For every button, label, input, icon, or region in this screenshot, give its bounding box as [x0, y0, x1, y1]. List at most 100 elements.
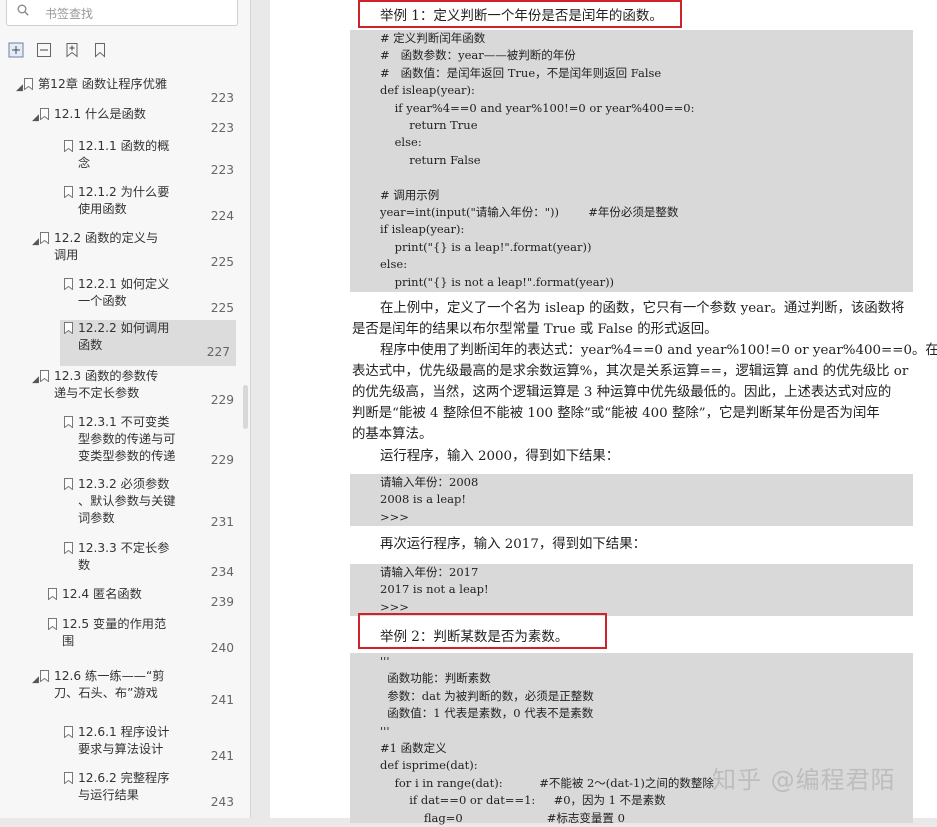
code-line: else:	[380, 135, 422, 150]
toc-item[interactable]: ◢ 12.3 函数的参数传 递与不定长参数 229	[0, 368, 240, 414]
code-line: 函数值：1 代表是素数，0 代表不是素数	[380, 706, 594, 721]
bookmark-icon	[64, 478, 73, 490]
toc-item-label: 12.1.2 为什么要	[78, 185, 170, 199]
toc-item[interactable]: 12.1.2 为什么要 使用函数 224	[0, 184, 240, 230]
toc-item-label: 一个函数	[78, 294, 127, 308]
paragraph-line: 在上例中，定义了一个名为 isleap 的函数，它只有一个参数 year。通过判…	[380, 301, 905, 316]
bookmark-icon	[64, 278, 73, 290]
bookmark-icon	[64, 542, 73, 554]
code-block-output-2017: 请输入年份：2017 2017 is not a leap! >>>	[350, 564, 913, 616]
code-line: return True	[380, 118, 478, 132]
code-line: 2017 is not a leap!	[380, 582, 489, 597]
toc-item-label: 调用	[54, 248, 79, 262]
search-placeholder: 书签查找	[45, 7, 94, 21]
bookmark-icon	[64, 140, 73, 152]
toc-item[interactable]: 12.1.1 函数的概念 223	[0, 138, 240, 184]
toc-item-label: 、默认参数与关键	[78, 494, 176, 508]
toc-item-label: 使用函数	[78, 202, 127, 216]
code-block-isprime: ''' 函数功能：判断素数 参数：dat 为被判断的数，必须是正整数 函数值：1…	[350, 653, 913, 825]
toc-item-label: 12.6.1 程序设计	[78, 725, 170, 739]
toc-item-label: 函数	[78, 338, 103, 352]
bookmark-icon	[40, 670, 49, 682]
expand-triangle-icon[interactable]: ◢	[32, 672, 39, 689]
paragraph-run-2017: 再次运行程序，输入 2017，得到如下结果：	[380, 537, 646, 552]
add-bookmark-icon[interactable]	[64, 42, 80, 58]
toc-item[interactable]: 12.6.2 完整程序 与运行结果 243	[0, 770, 240, 816]
paragraph-run-2000: 运行程序，输入 2000，得到如下结果：	[380, 449, 620, 464]
bookmark-icon[interactable]	[92, 42, 108, 58]
code-line: if year%4==0 and year%100!=0 or year%400…	[380, 100, 695, 115]
code-line: for i in range(dat): #不能被 2～(dat-1)之间的数整…	[380, 775, 714, 790]
toc-page-number: 239	[210, 595, 234, 609]
bookmark-sidebar: 书签查找 ◢ 第12章 函数让程序优雅 223 ◢ 12.1 什么是函数 223 12.1.…	[0, 0, 251, 818]
bookmark-icon	[64, 186, 73, 198]
bookmark-icon	[40, 232, 49, 244]
code-block-output-2008: 请输入年份：2008 2008 is a leap! >>>	[350, 474, 913, 526]
toc-item-label: 围	[62, 634, 75, 648]
toc-item[interactable]: 12.3.1 不可变类 型参数的传递与可 变类型参数的传递 229	[0, 414, 240, 474]
bookmark-icon	[64, 726, 73, 738]
toc-item[interactable]: 12.2.2 如何调用 函数 227	[60, 320, 236, 366]
expand-triangle-icon[interactable]: ◢	[32, 372, 39, 389]
toc-page-number: 225	[210, 255, 234, 269]
code-line: # 调用示例	[380, 187, 440, 202]
toc-item[interactable]: 12.3.3 不定长参数 234	[0, 540, 240, 586]
bookmark-icon	[64, 416, 73, 428]
toc-item[interactable]: 12.4 匿名函数 239	[0, 586, 240, 616]
toc-item-label: 12.4 匿名函数	[62, 587, 142, 601]
toc-item-label: 12.1 什么是函数	[54, 107, 146, 121]
toc-page-number: 223	[210, 91, 234, 105]
code-line: '''	[380, 654, 390, 668]
code-line: return False	[380, 152, 481, 167]
toc-item[interactable]: ◢ 12.1 什么是函数 223	[0, 106, 240, 142]
toc-page-number: 227	[206, 345, 230, 359]
bookmark-icon	[64, 322, 73, 334]
code-line: '''	[380, 723, 390, 738]
toc-item[interactable]: ◢ 12.6 练一练——“剪 刀、石头、布”游戏 241	[0, 668, 240, 714]
code-block-isleap: # 定义判断闰年函数 # 函数参数：year——被判断的年份 # 函数值：是闰年返回…	[350, 30, 913, 292]
code-line: print("{} is a leap!".format(year))	[380, 239, 592, 254]
document-page: 举例 1：定义判断一个年份是否是闰年的函数。 # 定义判断闰年函数 # 函数参数：…	[270, 0, 937, 825]
toc-item[interactable]: ◢ 12.2 函数的定义与 调用 225	[0, 230, 240, 276]
expand-all-icon[interactable]	[8, 42, 24, 58]
bookmark-icon	[24, 78, 33, 90]
bookmark-icon	[48, 588, 57, 600]
toc-item-label: 词参数	[78, 511, 115, 525]
toc-item[interactable]: 12.6.1 程序设计 要求与算法设计 241	[0, 724, 240, 770]
sidebar-scrollbar[interactable]	[243, 385, 248, 429]
watermark-text: 知乎 @编程君陌	[712, 766, 896, 794]
toc-page-number: 231	[210, 515, 234, 529]
toc-item-label: 第12章 函数让程序优雅	[38, 77, 168, 91]
toc-item-label: 12.6 练一练——“剪	[54, 669, 165, 683]
code-line: def isprime(dat):	[380, 758, 478, 773]
toc-item-label: 12.2 函数的定义与	[54, 231, 159, 245]
toc-page-number: 225	[210, 301, 234, 315]
toc-item-label: 念	[78, 156, 91, 170]
expand-triangle-icon[interactable]: ◢	[32, 110, 39, 127]
toc-item-label: 变类型参数的传递	[78, 449, 176, 463]
toc-item-label: 型参数的传递与可	[78, 432, 176, 446]
toc-item[interactable]: 12.2.1 如何定义 一个函数 225	[0, 276, 240, 322]
toc-item-label: 递与不定长参数	[54, 386, 140, 400]
toc-item[interactable]: 12.5 变量的作用范围 240	[0, 616, 240, 662]
code-line: if isleap(year):	[380, 222, 465, 237]
toc-item-label: 12.3.1 不可变类	[78, 415, 170, 429]
toc-item[interactable]: 12.3.2 必须参数 、默认参数与关键 词参数 231	[0, 476, 240, 536]
toc-page-number: 243	[210, 795, 234, 809]
bookmark-search-input[interactable]: 书签查找	[6, 0, 238, 26]
toc-item-label: 12.2.2 如何调用	[78, 321, 170, 335]
code-line: year=int(input("请输入年份：")) #年份必须是整数	[380, 205, 679, 219]
toc-item-label: 要求与算法设计	[78, 742, 164, 756]
paragraph-line: 判断是“能被 4 整除但不能被 100 整除”或“能被 400 整除”，它是判断…	[352, 406, 880, 421]
paragraph-line: 的优先级高，当然，这两个逻辑运算是 3 种运算中优先级最低的。因此，上述表达式对…	[352, 385, 892, 400]
expand-triangle-icon[interactable]: ◢	[32, 234, 39, 251]
expand-triangle-icon[interactable]: ◢	[16, 80, 23, 97]
collapse-all-icon[interactable]	[36, 42, 52, 58]
search-icon	[17, 4, 29, 16]
code-line: 参数：dat 为被判断的数，必须是正整数	[380, 688, 594, 703]
code-line: print("{} is not a leap!".format(year))	[380, 274, 615, 289]
toc-page-number: 241	[210, 693, 234, 707]
bookmark-icon	[48, 618, 57, 630]
toc-item-label: 12.1.1 函数的概	[78, 139, 170, 153]
code-line: 函数功能：判断素数	[380, 671, 491, 686]
